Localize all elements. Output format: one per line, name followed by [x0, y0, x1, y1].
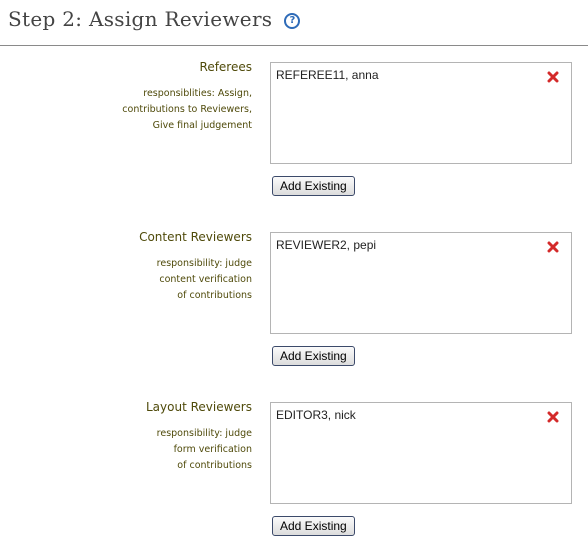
- section-description: responsibility: judge form verification …: [82, 426, 252, 474]
- member-item[interactable]: EDITOR3, nick: [276, 408, 356, 422]
- help-icon[interactable]: ?: [284, 12, 301, 29]
- section-title: Referees: [199, 60, 252, 74]
- header-divider: [0, 45, 588, 46]
- member-item[interactable]: REVIEWER2, pepi: [276, 238, 376, 252]
- member-list[interactable]: REFEREE11, anna: [270, 62, 572, 164]
- add-existing-button[interactable]: Add Existing: [272, 176, 355, 196]
- section-title: Layout Reviewers: [146, 400, 252, 414]
- remove-member-icon[interactable]: [547, 411, 559, 423]
- section-description: responsibility: judge content verificati…: [82, 256, 252, 304]
- page-header: Step 2: Assign Reviewers ?: [8, 4, 301, 34]
- description-line: Give final judgement: [152, 120, 252, 131]
- description-line: form verification: [173, 444, 252, 455]
- page-title: Step 2: Assign Reviewers: [8, 7, 273, 31]
- description-line: content verification: [159, 274, 252, 285]
- section-title: Content Reviewers: [139, 230, 252, 244]
- help-glyph: ?: [289, 14, 296, 26]
- add-existing-button[interactable]: Add Existing: [272, 516, 355, 536]
- description-line: responsibility: judge: [156, 258, 252, 269]
- description-line: contributions to Reviewers,: [122, 104, 252, 115]
- section-description: responsiblities: Assign, contributions t…: [82, 86, 252, 134]
- description-line: of contributions: [177, 290, 252, 301]
- remove-member-icon[interactable]: [547, 241, 559, 253]
- description-line: of contributions: [177, 460, 252, 471]
- description-line: responsibility: judge: [156, 428, 252, 439]
- description-line: responsiblities: Assign,: [143, 88, 252, 99]
- add-existing-button[interactable]: Add Existing: [272, 346, 355, 366]
- member-list[interactable]: EDITOR3, nick: [270, 402, 572, 504]
- member-list[interactable]: REVIEWER2, pepi: [270, 232, 572, 334]
- remove-member-icon[interactable]: [547, 71, 559, 83]
- member-item[interactable]: REFEREE11, anna: [276, 68, 379, 82]
